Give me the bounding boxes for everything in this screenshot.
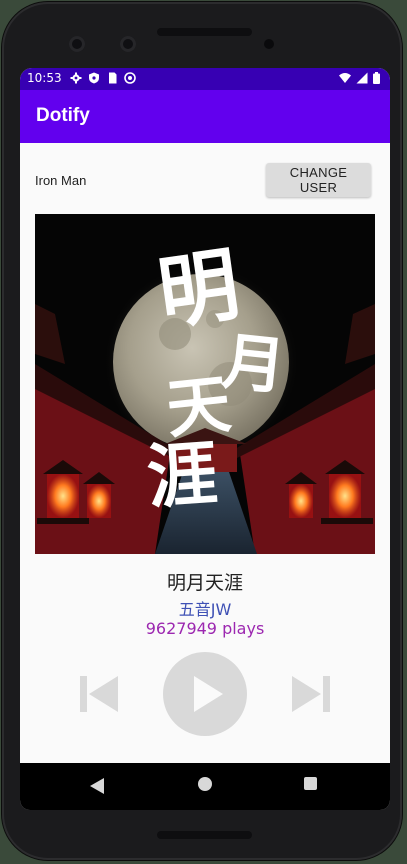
proximity-sensor (264, 39, 274, 49)
artwork-char-4: 涯 (144, 431, 220, 519)
circle-sync-icon (124, 72, 136, 84)
status-icons-right (339, 72, 380, 84)
skip-next-icon[interactable] (292, 676, 330, 712)
front-camera-icon (69, 36, 85, 52)
front-sensor-icon (120, 36, 136, 52)
play-count: 9627949 plays (145, 619, 265, 638)
artist-name: 五音JW (178, 600, 232, 619)
app-bar: Dotify (20, 90, 390, 143)
wifi-icon (339, 73, 351, 83)
artwork-char-2: 月 (219, 324, 288, 403)
phone-frame: 10:53 Dotify Iron Man CHANGE USER 明 月 天 … (2, 2, 402, 860)
play-button[interactable] (163, 652, 247, 736)
status-bar: 10:53 (20, 68, 390, 90)
username-label: Iron Man (35, 173, 87, 188)
app-title: Dotify (36, 105, 90, 126)
settings-icon (70, 72, 82, 84)
album-artwork: 明 月 天 涯 (35, 214, 375, 554)
skip-previous-icon[interactable] (80, 676, 118, 712)
back-triangle-icon[interactable] (90, 778, 104, 794)
status-icons-left (70, 72, 136, 84)
home-circle-icon[interactable] (198, 777, 212, 791)
status-time: 10:53 (27, 71, 62, 85)
screen: 10:53 Dotify Iron Man CHANGE USER 明 月 天 … (20, 68, 390, 810)
top-speaker (157, 28, 252, 36)
bottom-speaker (157, 831, 252, 839)
album-cover-image: 明 月 天 涯 (35, 214, 375, 554)
song-title: 明月天涯 (166, 572, 243, 594)
recents-square-icon[interactable] (304, 777, 317, 790)
change-user-button[interactable]: CHANGE USER (266, 163, 371, 197)
signal-icon (356, 72, 368, 84)
shield-icon (89, 72, 99, 84)
navigation-bar (20, 763, 390, 810)
sim-card-icon (109, 72, 117, 84)
battery-icon (373, 72, 380, 84)
